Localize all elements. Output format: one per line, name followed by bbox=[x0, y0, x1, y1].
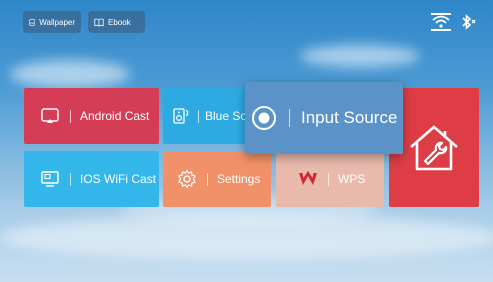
screen-mirror-icon bbox=[38, 171, 62, 187]
home-screen: Wallpaper Ebook Android Cast Blue So IOS… bbox=[0, 0, 493, 282]
house-wrench-icon bbox=[410, 125, 458, 170]
wallpaper-label: Wallpaper bbox=[39, 17, 75, 27]
ebook-button[interactable]: Ebook bbox=[88, 11, 145, 33]
wifi-icon bbox=[431, 13, 451, 31]
input-source-label: Input Source bbox=[301, 108, 398, 127]
tile-wps[interactable]: WPS bbox=[276, 151, 384, 207]
tile-label: Android Cast bbox=[80, 109, 150, 123]
book-icon bbox=[94, 18, 104, 27]
ebook-label: Ebook bbox=[108, 17, 131, 27]
tile-ios-wifi-cast[interactable]: IOS WiFi Cast bbox=[24, 151, 159, 207]
speaker-icon bbox=[169, 107, 193, 125]
tile-android-cast[interactable]: Android Cast bbox=[24, 88, 159, 144]
separator bbox=[207, 172, 208, 186]
tile-label: Blue So bbox=[205, 109, 248, 123]
image-icon bbox=[29, 18, 36, 26]
separator bbox=[328, 172, 329, 186]
separator bbox=[198, 109, 199, 123]
bluetooth-icon bbox=[462, 14, 476, 30]
tile-settings[interactable]: Settings bbox=[163, 151, 271, 207]
wallpaper-button[interactable]: Wallpaper bbox=[23, 11, 81, 33]
tile-label: IOS WiFi Cast bbox=[80, 172, 157, 186]
separator bbox=[70, 109, 71, 123]
input-source-icon bbox=[252, 106, 276, 130]
cloud bbox=[300, 45, 420, 67]
tile-label: WPS bbox=[338, 172, 366, 186]
input-source-focused-tile[interactable]: Input Source bbox=[245, 82, 403, 154]
wps-logo-icon bbox=[296, 171, 320, 187]
tile-bluetooth-speaker[interactable]: Blue So bbox=[163, 88, 251, 144]
separator bbox=[289, 109, 290, 127]
gear-icon bbox=[175, 169, 199, 189]
cloud bbox=[10, 60, 130, 88]
tile-label: Settings bbox=[217, 172, 261, 186]
separator bbox=[70, 172, 71, 186]
cast-icon bbox=[38, 108, 62, 124]
